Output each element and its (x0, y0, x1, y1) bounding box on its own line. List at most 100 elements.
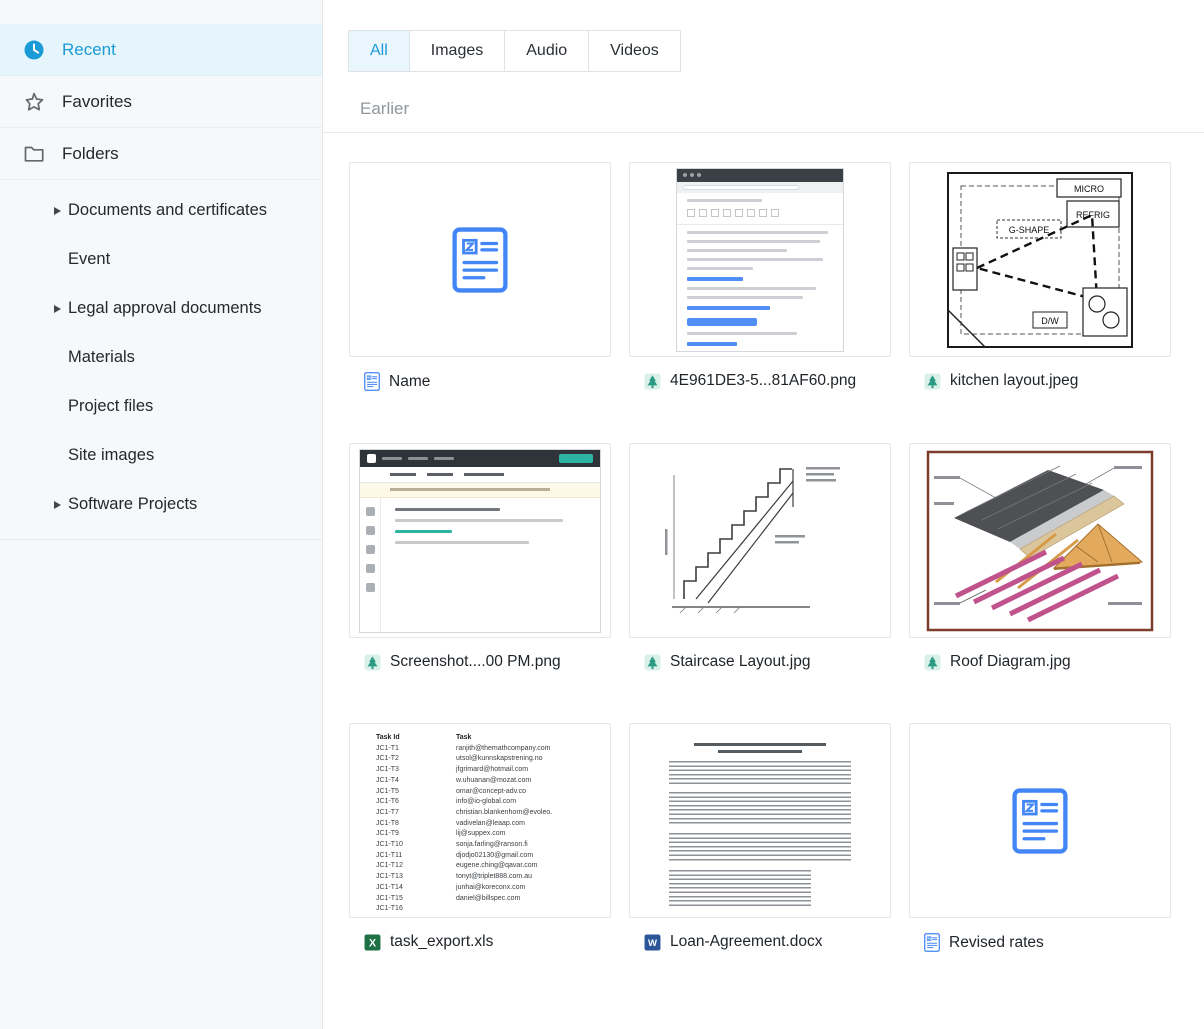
file-name[interactable]: task_export.xls (390, 933, 493, 951)
file-thumbnail[interactable]: MICRO REFRIG G-SHAPE (909, 162, 1171, 357)
file-name[interactable]: Loan-Agreement.docx (670, 933, 823, 951)
expand-caret-icon[interactable] (54, 305, 68, 313)
file-card: 4E961DE3-5...81AF60.png (629, 162, 891, 391)
file-thumbnail[interactable]: Task IdTask JC1-T1ranjith@themathcompany… (349, 723, 611, 918)
folder-item-documents-and-certificates[interactable]: Documents and certificates (0, 186, 322, 235)
file-label: Revised rates (924, 933, 1171, 952)
tab-audio[interactable]: Audio (504, 30, 589, 72)
xls-row: JC1-T4w.uhuanan@mozat.com (376, 776, 610, 787)
tab-videos[interactable]: Videos (588, 30, 681, 72)
image-tree-icon (364, 654, 381, 671)
file-card: Staircase Layout.jpg (629, 443, 891, 671)
file-card: Task IdTask JC1-T1ranjith@themathcompany… (349, 723, 611, 952)
section-divider (323, 132, 1204, 133)
xls-row: JC1-T9lij@suppex.com (376, 829, 610, 840)
file-label: Roof Diagram.jpg (924, 653, 1171, 671)
word-file-icon (644, 934, 661, 951)
sidebar-item-folders[interactable]: Folders (0, 128, 322, 180)
file-card: Screenshot....00 PM.png (349, 443, 611, 671)
folder-item-software-projects[interactable]: Software Projects (0, 480, 322, 529)
file-label: task_export.xls (364, 933, 611, 951)
kitchen-layout-thumbnail: MICRO REFRIG G-SHAPE (945, 170, 1135, 350)
sidebar-item-label: Favorites (62, 92, 132, 112)
file-thumbnail[interactable] (909, 723, 1171, 918)
browser-screenshot-thumbnail (676, 168, 844, 352)
xls-row: JC1-T12eugene.ching@qavar.com (376, 861, 610, 872)
file-thumbnail[interactable] (349, 443, 611, 638)
file-thumbnail[interactable] (629, 723, 891, 918)
writer-doc-icon (924, 933, 940, 952)
sidebar-item-favorites[interactable]: Favorites (0, 76, 322, 128)
tab-all[interactable]: All (348, 30, 410, 72)
folder-label: Software Projects (68, 495, 197, 514)
xls-row: JC1-T15daniel@billspec.com (376, 894, 610, 905)
folder-icon (22, 142, 46, 166)
file-card: Roof Diagram.jpg (909, 443, 1171, 671)
folder-label: Event (68, 250, 110, 269)
file-name[interactable]: Name (389, 373, 430, 391)
staircase-drawing-thumbnail (660, 451, 860, 631)
writer-document-icon (452, 227, 508, 293)
expand-caret-icon[interactable] (54, 207, 68, 215)
svg-text:G-SHAPE: G-SHAPE (1009, 225, 1050, 235)
file-name[interactable]: Revised rates (949, 934, 1044, 952)
folder-label: Documents and certificates (68, 201, 267, 220)
file-name[interactable]: Screenshot....00 PM.png (390, 653, 561, 671)
folder-item-site-images[interactable]: Site images (0, 431, 322, 480)
file-thumbnail[interactable] (349, 162, 611, 357)
file-label: Screenshot....00 PM.png (364, 653, 611, 671)
folder-item-materials[interactable]: Materials (0, 333, 322, 382)
section-label: Earlier (360, 99, 1204, 119)
sidebar-item-label: Folders (62, 144, 119, 164)
folder-item-project-files[interactable]: Project files (0, 382, 322, 431)
file-card: MICRO REFRIG G-SHAPE (909, 162, 1171, 391)
file-grid: Name (349, 162, 1204, 952)
file-label: Name (364, 372, 611, 391)
xls-row: JC1-T8vadivelan@leaap.com (376, 819, 610, 830)
xls-row: JC1-T3jfgrimard@hotmail.com (376, 765, 610, 776)
xls-row: JC1-T5omar@concept-adv.co (376, 787, 610, 798)
folder-label: Project files (68, 397, 153, 416)
writer-doc-icon (364, 372, 380, 391)
file-card: Revised rates (909, 723, 1171, 952)
image-tree-icon (924, 373, 941, 390)
file-card: Name (349, 162, 611, 391)
spreadsheet-thumbnail: Task IdTask JC1-T1ranjith@themathcompany… (350, 724, 610, 917)
file-thumbnail[interactable] (629, 443, 891, 638)
expand-caret-icon[interactable] (54, 501, 68, 509)
file-label: kitchen layout.jpeg (924, 372, 1171, 390)
file-label: Staircase Layout.jpg (644, 653, 891, 671)
file-name[interactable]: Roof Diagram.jpg (950, 653, 1071, 671)
main-content: All Images Audio Videos Earlier Name (323, 0, 1204, 1029)
folder-list: Documents and certificates Event Legal a… (0, 180, 322, 540)
xls-row: JC1-T6info@io-global.com (376, 797, 610, 808)
file-name[interactable]: Staircase Layout.jpg (670, 653, 810, 671)
xls-row: JC1-T7christian.blankenhorn@evoleo. (376, 808, 610, 819)
image-tree-icon (924, 654, 941, 671)
tab-bar: All Images Audio Videos (348, 30, 1204, 72)
star-icon (22, 90, 46, 114)
xls-header-row: Task IdTask (376, 733, 610, 744)
file-label: Loan-Agreement.docx (644, 933, 891, 951)
folder-item-legal-approval-documents[interactable]: Legal approval documents (0, 284, 322, 333)
folder-item-event[interactable]: Event (0, 235, 322, 284)
sidebar: Recent Favorites Folders Documents and c… (0, 0, 323, 1029)
xls-row: JC1-T16 (376, 904, 610, 915)
file-label: 4E961DE3-5...81AF60.png (644, 372, 891, 390)
file-thumbnail[interactable] (909, 443, 1171, 638)
app-screenshot-thumbnail (359, 449, 601, 633)
file-thumbnail[interactable] (629, 162, 891, 357)
file-name[interactable]: 4E961DE3-5...81AF60.png (670, 372, 856, 390)
folder-label: Materials (68, 348, 135, 367)
xls-row: JC1-T1ranjith@themathcompany.com (376, 744, 610, 755)
image-tree-icon (644, 654, 661, 671)
xls-row: JC1-T2utsol@kunnskapstrening.no (376, 754, 610, 765)
image-tree-icon (644, 373, 661, 390)
file-name[interactable]: kitchen layout.jpeg (950, 372, 1078, 390)
tab-images[interactable]: Images (409, 30, 505, 72)
roof-diagram-thumbnail (926, 450, 1154, 632)
xls-row: JC1-T14junhai@koreconx.com (376, 883, 610, 894)
xls-row: JC1-T13tonyt@triplet888.com.au (376, 872, 610, 883)
clock-icon (22, 38, 46, 62)
sidebar-item-recent[interactable]: Recent (0, 24, 322, 76)
